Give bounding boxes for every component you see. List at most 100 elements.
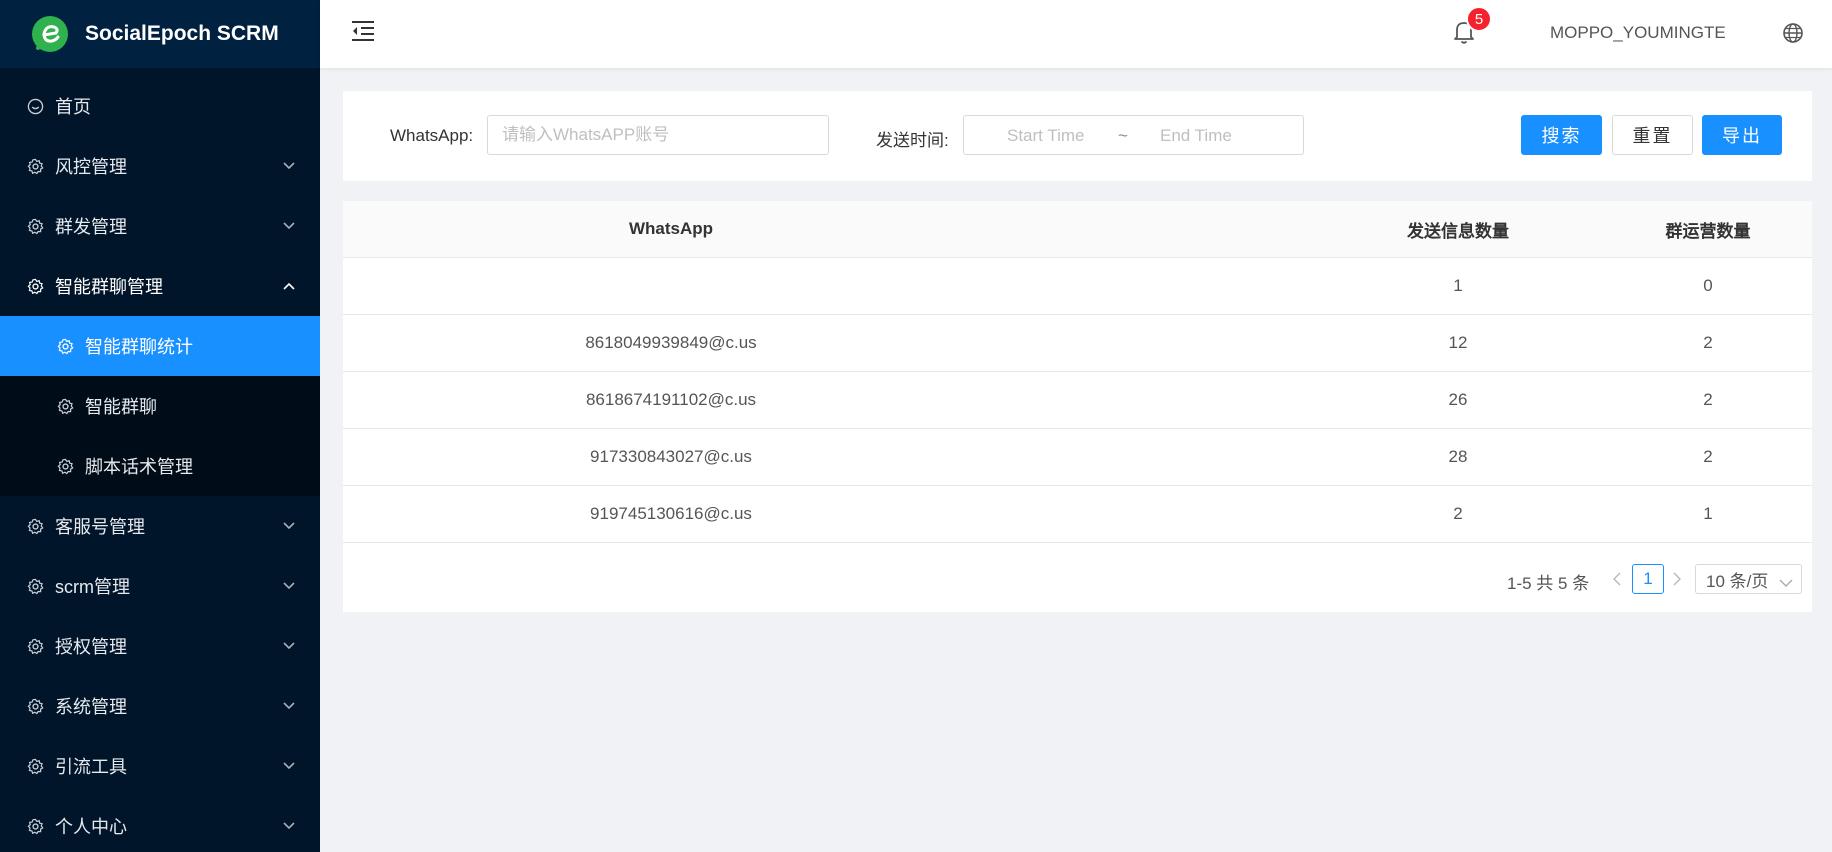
chevron-left-icon[interactable] [1610,571,1624,587]
sidebar-item-risk-control[interactable]: 风控管理 [0,136,320,196]
column-header-whatsapp: WhatsApp [628,219,714,238]
date-range-picker[interactable]: Start Time ~ End Time [963,115,1304,155]
menu-fold-icon[interactable] [350,19,376,43]
chevron-up-icon [282,279,296,293]
sidebar-item-smart-group-chat-management[interactable]: 智能群聊管理 [0,256,320,316]
page-size-select[interactable]: 10 条/页 [1695,564,1802,594]
sidebar-item-mass-send[interactable]: 群发管理 [0,196,320,256]
chevron-down-icon [282,519,296,533]
chevron-down-icon [282,159,296,173]
sidebar-item-label: 风控管理 [55,157,127,177]
whatsapp-filter-label: WhatsApp: [390,126,474,145]
cell-messages-sent: 2 [1453,504,1463,523]
search-button[interactable]: 搜索 [1521,115,1602,155]
gear-icon [26,157,44,175]
notification-badge: 5 [1466,6,1492,32]
cell-messages-sent: 12 [1448,333,1468,352]
sidebar-item-label: 个人中心 [55,817,127,837]
home-icon [26,97,44,115]
sidebar-item-label: 群发管理 [55,217,127,237]
cell-group-count: 1 [1703,504,1713,523]
chevron-down-icon [282,699,296,713]
gear-icon [26,277,44,295]
sidebar-item-system[interactable]: 系统管理 [0,676,320,736]
sidebar-item-home[interactable]: 首页 [0,76,320,136]
sidebar-item-label: 引流工具 [55,757,127,777]
gear-icon [56,337,74,355]
sidebar-item-label: scrm管理 [55,577,130,597]
cell-group-count: 0 [1703,276,1713,295]
cell-group-count: 2 [1703,447,1713,466]
app-title: SocialEpoch SCRM [85,22,279,45]
pagination-total: 1-5 共 5 条 [1507,574,1590,593]
cell-whatsapp: 8618674191102@c.us [585,390,757,409]
gear-icon [26,637,44,655]
submenu-smart-group-chat: 智能群聊统计 智能群聊 脚本话术管理 [0,316,320,496]
cell-messages-sent: 1 [1453,276,1463,295]
sidebar-item-smart-group-chat[interactable]: 智能群聊 [0,376,320,436]
cell-group-count: 2 [1703,333,1713,352]
page-size-value: 10 条/页 [1706,571,1769,591]
gear-icon [26,517,44,535]
sidebar-item-label: 授权管理 [55,637,127,657]
cell-whatsapp: 919745130616@c.us [590,504,752,523]
start-time-placeholder[interactable]: Start Time [1007,126,1084,146]
logo-icon [32,16,68,52]
sidebar-item-smart-group-chat-stats[interactable]: 智能群聊统计 [0,316,320,376]
cell-whatsapp: 917330843027@c.us [590,447,752,466]
stats-table: WhatsApp 发送信息数量 群运营数量 1 0 8618049939849@… [343,201,1812,612]
sidebar-item-personal-center[interactable]: 个人中心 [0,796,320,852]
sidebar-item-authorization[interactable]: 授权管理 [0,616,320,676]
sidebar-item-label: 系统管理 [55,697,127,717]
cell-messages-sent: 28 [1448,447,1468,466]
gear-icon [56,457,74,475]
export-button[interactable]: 导出 [1702,115,1782,155]
table-row[interactable]: 8618674191102@c.us 26 2 [343,372,1812,429]
table-row[interactable]: 8618049939849@c.us 12 2 [343,315,1812,372]
send-time-label: 发送时间: [876,131,949,150]
gear-icon [56,397,74,415]
gear-icon [26,697,44,715]
sidebar: SocialEpoch SCRM 首页 风控管理 群发管理 智能群聊管理 智能群… [0,0,320,852]
page-1-button[interactable]: 1 [1632,564,1664,594]
sidebar-item-label: 客服号管理 [55,517,145,537]
globe-icon[interactable] [1782,22,1804,44]
end-time-placeholder[interactable]: End Time [1160,126,1232,146]
table-row[interactable]: 1 0 [343,258,1812,315]
cell-whatsapp [343,258,999,314]
username[interactable]: MOPPO_YOUMINGTE [1550,23,1726,43]
column-header-messages-sent: 发送信息数量 [1407,221,1509,241]
chevron-down-icon [282,219,296,233]
sidebar-item-label: 脚本话术管理 [85,457,193,477]
table-row[interactable]: 919745130616@c.us 2 1 [343,486,1812,543]
chevron-down-icon [282,639,296,653]
logo[interactable]: SocialEpoch SCRM [0,0,320,68]
sidebar-item-label: 智能群聊 [85,397,157,417]
table-header: WhatsApp 发送信息数量 群运营数量 [343,201,1812,258]
chevron-down-icon [1779,574,1793,587]
sidebar-item-script-management[interactable]: 脚本话术管理 [0,436,320,496]
chevron-right-icon[interactable] [1670,571,1684,587]
table-row[interactable]: 917330843027@c.us 28 2 [343,429,1812,486]
top-header: 5 MOPPO_YOUMINGTE [320,0,1832,68]
gear-icon [26,817,44,835]
chevron-down-icon [282,759,296,773]
sidebar-item-traffic-tools[interactable]: 引流工具 [0,736,320,796]
pagination: 1-5 共 5 条 1 10 条/页 [343,564,1812,594]
sidebar-item-label: 智能群聊管理 [55,277,163,297]
sidebar-item-scrm[interactable]: scrm管理 [0,556,320,616]
whatsapp-search-input[interactable] [487,115,829,155]
gear-icon [26,757,44,775]
chevron-down-icon [282,819,296,833]
cell-group-count: 2 [1703,390,1713,409]
gear-icon [26,577,44,595]
cell-messages-sent: 26 [1448,390,1468,409]
chevron-down-icon [282,579,296,593]
range-separator: ~ [1118,126,1128,145]
sidebar-item-label: 智能群聊统计 [85,337,193,357]
sidebar-item-customer-service[interactable]: 客服号管理 [0,496,320,556]
reset-button[interactable]: 重置 [1612,115,1693,155]
sidebar-item-label: 首页 [55,97,91,117]
filter-panel: WhatsApp: 发送时间: Start Time ~ End Time 搜索… [343,91,1812,181]
column-header-group-count: 群运营数量 [1665,221,1751,241]
